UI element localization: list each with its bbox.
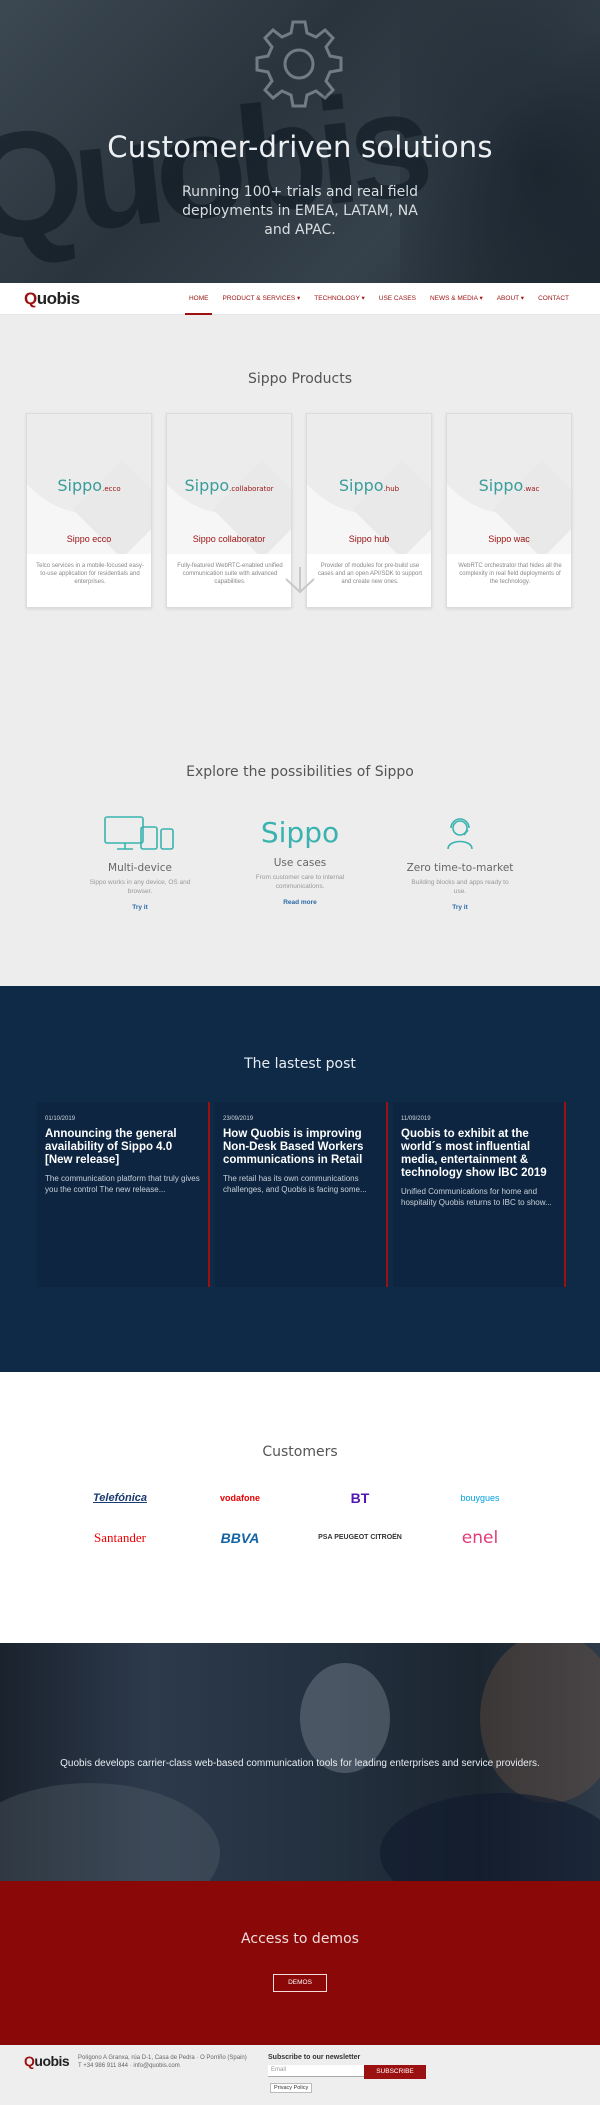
post-excerpt: The retail has its own communications ch…	[223, 1174, 367, 1194]
demos-section: Access to demos DEMOS	[0, 1881, 600, 2045]
address-line: Polígono A Granxa, rúa D-1, Casa de Pedr…	[78, 2055, 247, 2061]
privacy-policy-checkbox[interactable]: Privacy Policy	[270, 2083, 313, 2093]
customers-title: Customers	[262, 1444, 338, 1460]
card-brand: Sippo.collaborator	[184, 476, 274, 495]
products-title: Sippo Products	[247, 371, 352, 387]
agent-headset-icon	[447, 818, 473, 850]
feature-desc: From customer care to internal communica…	[255, 874, 345, 890]
photo-shape	[0, 1783, 220, 1881]
read-more-link[interactable]: Read more	[283, 899, 317, 906]
nav-item-products-services[interactable]: PRODUCT & SERVICES ▾	[215, 283, 307, 315]
posts-grid: 01/10/2019 Announcing the general availa…	[37, 1102, 566, 1287]
demos-title: Access to demos	[241, 1931, 359, 1947]
subscribe-button[interactable]: SUBSCRIBE	[364, 2065, 426, 2079]
explore-title: Explore the possibilities of Sippo	[186, 764, 414, 780]
product-card-hub[interactable]: Sippo.hub Sippo hub Provider of modules …	[306, 413, 432, 608]
sippo-logo-icon: Sippo	[260, 816, 340, 849]
product-card-wac[interactable]: Sippo.wac Sippo wac WebRTC orchestrator …	[446, 413, 572, 608]
bbva-logo: BBVA	[220, 1530, 260, 1546]
telefonica-logo: Telefónica	[93, 1492, 147, 1504]
card-description: Fully-featured WebRTC-enabled unified co…	[177, 563, 283, 585]
feature-multi-device: Multi-device Sippo works in any device, …	[60, 815, 220, 925]
card-brand: Sippo.hub	[338, 476, 400, 495]
products-section: Sippo Products Sippo.ecco Sippo ecco Tel…	[0, 315, 600, 986]
nav-item-home[interactable]: HOME	[182, 283, 216, 315]
logo-prefix: Q	[24, 289, 37, 308]
post-card[interactable]: 01/10/2019 Announcing the general availa…	[37, 1102, 210, 1287]
footer-address: Polígono A Granxa, rúa D-1, Casa de Pedr…	[78, 2054, 248, 2070]
post-title[interactable]: How Quobis is improving Non-Desk Based W…	[223, 1128, 378, 1167]
post-date: 23/09/2019	[223, 1116, 254, 1122]
customers-section: Customers Telefónica vodafone BT bouygue…	[0, 1372, 600, 1643]
nav-item-technology[interactable]: TECHNOLOGY ▾	[307, 283, 371, 315]
card-description: WebRTC orchestrator that hides all the c…	[458, 563, 562, 585]
gear-icon	[255, 20, 343, 108]
logo-prefix: Q	[24, 2053, 35, 2069]
latest-posts-section: The lastest post 01/10/2019 Announcing t…	[0, 986, 600, 1372]
try-it-link[interactable]: Try it	[132, 904, 148, 911]
feature-title: Zero time-to-market	[406, 862, 514, 874]
vodafone-logo: vodafone	[219, 1493, 260, 1503]
try-it-link[interactable]: Try it	[452, 904, 468, 911]
santander-logo: Santander	[94, 1530, 146, 1545]
nav-item-about[interactable]: ABOUT ▾	[490, 283, 531, 315]
post-title[interactable]: Announcing the general availability of S…	[45, 1128, 200, 1167]
photo-shape	[480, 1643, 600, 1803]
hero-banner: Quobis Customer-driven solutions Running…	[0, 0, 600, 283]
post-excerpt: Unified Communications for home and hosp…	[401, 1187, 552, 1207]
photo-shape	[300, 1663, 390, 1773]
feature-desc: Building blocks and apps ready to use.	[411, 879, 509, 895]
demos-button[interactable]: DEMOS	[273, 1974, 327, 1992]
feature-desc: Sippo works in any device, OS and browse…	[89, 879, 191, 895]
footer: Quobis Polígono A Granxa, rúa D-1, Casa …	[0, 2045, 600, 2105]
hero-title: Customer-driven solutions	[107, 130, 493, 164]
contact-line: T +34 986 911 844 · info@quobis.com	[78, 2063, 180, 2069]
post-excerpt: The communication platform that truly gi…	[45, 1174, 200, 1194]
main-navbar: Quobis HOME PRODUCT & SERVICES ▾ TECHNOL…	[0, 283, 600, 315]
psa-logo: PSA PEUGEOT CITROËN	[318, 1534, 402, 1541]
feature-title: Use cases	[273, 857, 327, 869]
arrow-down-icon[interactable]	[280, 565, 320, 595]
feature-zero-time: Zero time-to-market Building blocks and …	[380, 815, 540, 925]
nav-item-contact[interactable]: CONTACT	[531, 283, 576, 315]
devices-icon	[104, 816, 174, 850]
post-title[interactable]: Quobis to exhibit at the world´s most in…	[401, 1128, 556, 1180]
post-card[interactable]: 23/09/2019 How Quobis is improving Non-D…	[215, 1102, 388, 1287]
card-name: Sippo collaborator	[192, 534, 266, 544]
photo-caption: Quobis develops carrier-class web-based …	[60, 1758, 540, 1769]
posts-title: The lastest post	[244, 1056, 356, 1072]
post-date: 11/09/2019	[401, 1116, 431, 1122]
quobis-logo[interactable]: Quobis	[24, 289, 80, 309]
bouygues-logo: bouygues	[460, 1493, 500, 1503]
nav-item-use-cases[interactable]: USE CASES	[372, 283, 423, 315]
card-name: Sippo wac	[488, 534, 530, 544]
footer-logo[interactable]: Quobis	[24, 2053, 70, 2069]
card-name: Sippo hub	[348, 534, 390, 544]
feature-title: Multi-device	[108, 862, 172, 874]
nav-menu: HOME PRODUCT & SERVICES ▾ TECHNOLOGY ▾ U…	[182, 283, 576, 315]
nav-item-news-media[interactable]: NEWS & MEDIA ▾	[423, 283, 490, 315]
post-card[interactable]: 11/09/2019 Quobis to exhibit at the worl…	[393, 1102, 566, 1287]
hero-subtitle: Running 100+ trials and real field deplo…	[181, 184, 419, 238]
logo-rest: uobis	[34, 2053, 70, 2069]
newsletter-title: Subscribe to our newsletter	[268, 2054, 361, 2061]
product-card-collaborator[interactable]: Sippo.collaborator Sippo collaborator Fu…	[166, 413, 292, 608]
card-brand: Sippo.wac	[478, 476, 540, 495]
hero-background-logo: Quobis	[0, 58, 431, 274]
product-card-ecco[interactable]: Sippo.ecco Sippo ecco Telco services in …	[26, 413, 152, 608]
customer-logos: Telefónica vodafone BT bouygues Santande…	[60, 1485, 540, 1551]
team-photo-banner: Quobis develops carrier-class web-based …	[0, 1643, 600, 1881]
photo-shape	[380, 1793, 600, 1881]
card-brand: Sippo.ecco	[57, 476, 121, 495]
card-name: Sippo ecco	[66, 534, 112, 544]
email-field[interactable]: Email	[268, 2065, 364, 2077]
logo-rest: uobis	[36, 289, 80, 308]
features-row: Multi-device Sippo works in any device, …	[60, 815, 540, 925]
enel-logo: enel	[461, 1528, 499, 1548]
card-description: Provider of modules for pre-build use ca…	[317, 563, 423, 585]
post-date: 01/10/2019	[45, 1116, 76, 1122]
card-description: Telco services in a mobile-focused easy-…	[36, 563, 144, 585]
bt-logo: BT	[350, 1490, 370, 1506]
feature-use-cases: Sippo Use cases From customer care to in…	[220, 815, 380, 925]
